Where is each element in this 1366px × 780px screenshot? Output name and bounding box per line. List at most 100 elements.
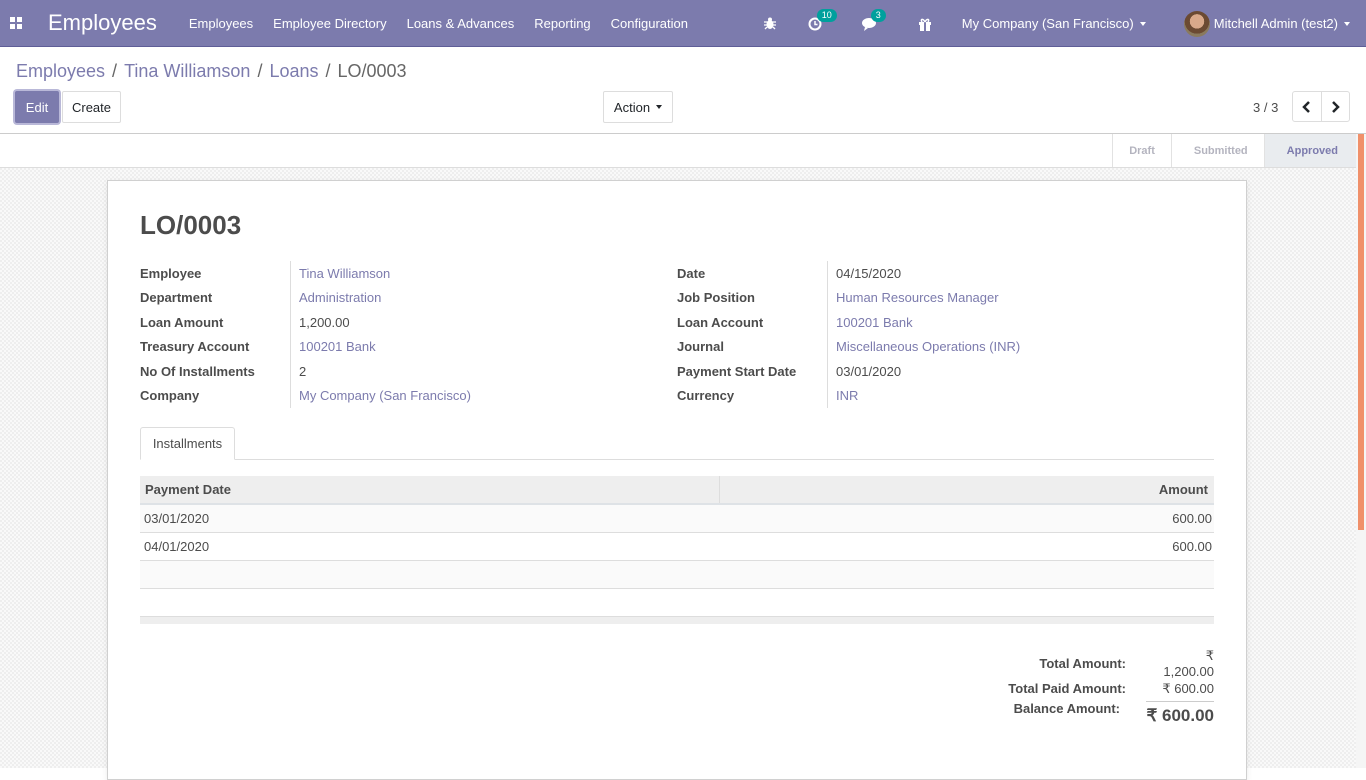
create-button[interactable]: Create — [62, 91, 121, 123]
table-header: Payment Date Amount — [140, 476, 1214, 505]
field-department: Department Administration — [140, 285, 640, 310]
menu-reporting[interactable]: Reporting — [524, 16, 600, 31]
company-switcher[interactable]: My Company (San Francisco) — [962, 16, 1146, 31]
record-title: LO/0003 — [140, 210, 242, 240]
breadcrumb-separator: / — [112, 61, 118, 81]
table-row[interactable]: 04/01/2020 600.00 — [140, 533, 1214, 561]
debug-button[interactable] — [763, 17, 776, 30]
breadcrumb-loans[interactable]: Loans — [269, 61, 318, 81]
stage-draft[interactable]: Draft — [1112, 134, 1171, 167]
column-payment-date[interactable]: Payment Date — [140, 476, 720, 503]
field-label: Job Position — [677, 290, 755, 306]
field-label: No Of Installments — [140, 363, 255, 379]
user-menu[interactable]: Mitchell Admin (test2) — [1183, 10, 1350, 37]
date-value: 04/15/2020 — [836, 265, 902, 281]
installments-value: 2 — [299, 363, 307, 379]
status-stages: Draft Submitted Approved — [1112, 134, 1356, 167]
loan-account-link[interactable]: 100201 Bank — [836, 315, 913, 330]
control-panel: Employees / Tina Williamson / Loans / LO/0003 … — [0, 47, 1366, 134]
messages-button[interactable]: 3 — [861, 8, 886, 31]
payment-date-cell: 03/01/2020 — [144, 511, 210, 526]
employee-link[interactable]: Tina Williamson — [299, 266, 390, 281]
avatar — [1183, 10, 1210, 37]
messages-badge: 3 — [870, 8, 886, 22]
pager-previous-button[interactable] — [1293, 92, 1322, 121]
edit-button[interactable]: Edit — [15, 91, 59, 123]
breadcrumb-current: LO/0003 — [337, 61, 407, 81]
caret-down-icon — [1344, 21, 1350, 26]
menu-configuration[interactable]: Configuration — [601, 16, 698, 31]
left-field-group: Employee Tina Williamson Department Admini… — [140, 261, 640, 408]
field-company: Company My Company (San Francisco) — [140, 383, 640, 408]
field-job-position: Job Position Human Resources Manager — [677, 285, 1177, 310]
systray: 10 3 My Company (San Francisco) Mitchell… — [752, 0, 1366, 47]
form-sheet: LO/0003 Employee Tina Williamson Departme… — [107, 180, 1247, 780]
tab-installments[interactable]: Installments — [140, 427, 235, 460]
breadcrumb-employee[interactable]: Tina Williamson — [124, 61, 250, 81]
bug-icon — [763, 17, 776, 30]
table-footer — [140, 617, 1214, 624]
department-link[interactable]: Administration — [299, 290, 381, 305]
balance-value: ₹ 600.00 — [1146, 701, 1214, 726]
empty-row — [140, 589, 1214, 617]
gift-button[interactable] — [918, 17, 932, 31]
installments-table: Payment Date Amount 03/01/2020 600.00 04/… — [140, 476, 1214, 624]
total-amount-row: Total Amount: ₹ 1,200.00 — [954, 648, 1214, 679]
field-employee: Employee Tina Williamson — [140, 261, 640, 286]
app-title[interactable]: Employees — [48, 10, 157, 36]
breadcrumb-separator: / — [325, 61, 331, 81]
menu-loans-advances[interactable]: Loans & Advances — [397, 16, 525, 31]
pager-next-button[interactable] — [1322, 92, 1350, 121]
total-paid-row: Total Paid Amount: ₹ 600.00 — [954, 676, 1214, 701]
table-row[interactable]: 03/01/2020 600.00 — [140, 505, 1214, 533]
action-dropdown[interactable]: Action — [603, 91, 673, 123]
field-label: Loan Amount — [140, 314, 224, 330]
total-paid-label: Total Paid Amount: — [1008, 681, 1126, 696]
caret-down-icon — [656, 105, 663, 109]
right-field-group: Date 04/15/2020 Job Position Human Resourc… — [677, 261, 1177, 408]
amount-cell: 600.00 — [1172, 539, 1212, 554]
apps-grid-icon — [10, 17, 22, 29]
amount-cell: 600.00 — [1172, 511, 1212, 526]
chevron-right-icon — [1331, 100, 1340, 113]
column-amount[interactable]: Amount — [720, 476, 1214, 503]
field-journal: Journal Miscellaneous Operations (INR) — [677, 334, 1177, 359]
caret-down-icon — [1139, 21, 1146, 26]
payment-start-date-value: 03/01/2020 — [836, 363, 902, 379]
total-amount-value: ₹ 1,200.00 — [1163, 648, 1214, 679]
field-label: Journal — [677, 339, 724, 355]
field-label: Payment Start Date — [677, 363, 797, 379]
field-currency: Currency INR — [677, 383, 1177, 408]
stage-approved[interactable]: Approved — [1263, 134, 1356, 167]
treasury-account-link[interactable]: 100201 Bank — [299, 339, 376, 354]
field-label: Treasury Account — [140, 339, 250, 355]
journal-link[interactable]: Miscellaneous Operations (INR) — [836, 339, 1020, 354]
pager-buttons — [1292, 91, 1350, 122]
field-label: Date — [677, 265, 706, 281]
balance-row: Balance Amount: ₹ 600.00 — [954, 701, 1214, 733]
activity-button[interactable]: 10 — [808, 8, 837, 31]
field-label: Currency — [677, 388, 735, 404]
stage-submitted[interactable]: Submitted — [1170, 134, 1264, 167]
menu-employees[interactable]: Employees — [179, 16, 263, 31]
company-link[interactable]: My Company (San Francisco) — [299, 388, 471, 403]
field-label: Loan Account — [677, 314, 764, 330]
menu-employee-directory[interactable]: Employee Directory — [263, 16, 396, 31]
breadcrumb: Employees / Tina Williamson / Loans / LO/0003 — [16, 61, 407, 82]
field-label: Employee — [140, 265, 202, 281]
total-amount-label: Total Amount: — [1039, 656, 1126, 671]
breadcrumb-employees[interactable]: Employees — [16, 61, 105, 81]
scrollbar-thumb[interactable] — [1358, 134, 1364, 530]
table-body: 03/01/2020 600.00 04/01/2020 600.00 — [140, 505, 1214, 617]
balance-label: Balance Amount: — [1013, 701, 1120, 716]
currency-link[interactable]: INR — [836, 388, 858, 403]
status-bar: Draft Submitted Approved — [0, 134, 1356, 168]
gift-icon — [918, 18, 931, 31]
loan-amount-value: 1,200.00 — [299, 314, 350, 330]
job-position-link[interactable]: Human Resources Manager — [836, 290, 999, 305]
loan-totals: Total Amount: ₹ 1,200.00 Total Paid Amoun… — [954, 648, 1214, 733]
company-name: My Company (San Francisco) — [961, 16, 1134, 31]
notebook-tabs: Installments — [140, 427, 1214, 460]
apps-menu-button[interactable] — [0, 0, 32, 47]
activity-badge: 10 — [816, 8, 837, 22]
